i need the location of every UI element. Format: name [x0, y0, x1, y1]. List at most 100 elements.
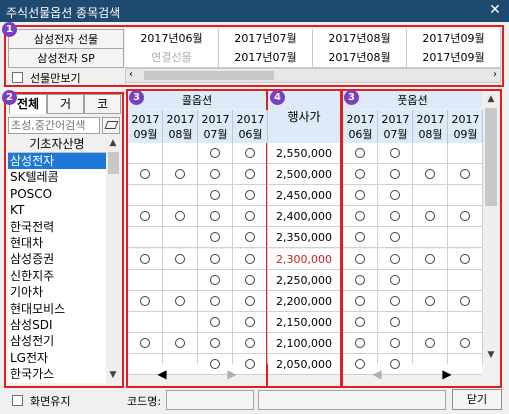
- put-option-mark[interactable]: [390, 316, 400, 327]
- call-option-mark[interactable]: [175, 295, 185, 306]
- list-item[interactable]: KT: [8, 202, 106, 218]
- call-option-mark[interactable]: [245, 337, 255, 348]
- keep-screen-checkbox[interactable]: [12, 395, 23, 406]
- close-button[interactable]: 닫기: [452, 389, 502, 410]
- strike-cell[interactable]: 2,550,000: [268, 143, 340, 165]
- list-item[interactable]: 삼성전기: [8, 333, 106, 349]
- put-prev-icon[interactable]: ◀: [343, 364, 411, 385]
- list-item[interactable]: SK텔레콤: [8, 169, 106, 185]
- call-option-mark[interactable]: [210, 316, 220, 327]
- month-year: 2017: [451, 113, 480, 126]
- strike-cell[interactable]: 2,500,000: [268, 164, 340, 186]
- futures-button-spread[interactable]: 삼성전자 SP: [8, 48, 124, 68]
- call-prev-icon[interactable]: ◀: [128, 364, 196, 385]
- put-option-mark[interactable]: [355, 316, 365, 327]
- call-option-mark[interactable]: [245, 316, 255, 327]
- call-option-mark[interactable]: [245, 295, 255, 306]
- list-header[interactable]: 기초자산명: [8, 136, 106, 153]
- strike-cell[interactable]: 2,100,000: [268, 332, 340, 354]
- strike-cell[interactable]: 2,300,000: [268, 248, 340, 270]
- put-option-mark[interactable]: [390, 274, 400, 285]
- put-option-mark[interactable]: [425, 253, 435, 264]
- put-option-mark[interactable]: [355, 274, 365, 285]
- scroll-thumb[interactable]: [108, 152, 119, 174]
- call-option-mark[interactable]: [210, 148, 220, 158]
- code-name-label: 코드명:: [127, 395, 162, 408]
- put-option-mark[interactable]: [355, 337, 365, 348]
- strike-cell[interactable]: 2,450,000: [268, 185, 340, 207]
- call-option-mark[interactable]: [210, 274, 220, 285]
- name-field[interactable]: [258, 390, 446, 410]
- futures-only-checkbox[interactable]: [12, 72, 23, 83]
- eraser-button[interactable]: [102, 117, 120, 134]
- chevron-left-icon[interactable]: ‹: [129, 69, 133, 80]
- options-scrollbar[interactable]: ▲ ▼: [483, 92, 499, 364]
- scroll-down-icon[interactable]: ▼: [106, 368, 120, 382]
- call-option-mark[interactable]: [210, 337, 220, 348]
- strike-cell[interactable]: 2,150,000: [268, 311, 340, 333]
- put-option-mark[interactable]: [460, 253, 470, 264]
- call-option-mark[interactable]: [210, 253, 220, 264]
- list-item[interactable]: POSCO: [8, 186, 106, 202]
- futures-cell[interactable]: 2017년06월: [125, 29, 219, 49]
- tab-kosdaq[interactable]: 코: [84, 94, 121, 114]
- futures-cell[interactable]: 2017년09월: [407, 48, 501, 68]
- tab-exchange[interactable]: 거: [47, 94, 84, 114]
- call-option-mark[interactable]: [245, 274, 255, 285]
- list-scrollbar[interactable]: ▲ ▼: [106, 136, 121, 384]
- list-item[interactable]: 신한지주: [8, 268, 106, 284]
- scroll-thumb[interactable]: [144, 71, 274, 80]
- list-item[interactable]: 현대모비스: [8, 301, 106, 317]
- chevron-right-icon[interactable]: ›: [493, 69, 497, 80]
- call-option-mark[interactable]: [210, 295, 220, 306]
- scroll-down-icon[interactable]: ▼: [484, 348, 498, 362]
- strike-cell[interactable]: 2,400,000: [268, 206, 340, 228]
- put-option-mark[interactable]: [355, 148, 365, 158]
- put-option-mark[interactable]: [425, 295, 435, 306]
- call-option-mark[interactable]: [245, 148, 255, 158]
- call-option-mark[interactable]: [245, 253, 255, 264]
- scroll-up-icon[interactable]: ▲: [484, 92, 498, 106]
- call-option-mark[interactable]: [140, 295, 150, 306]
- strike-cell[interactable]: 2,050,000: [268, 354, 340, 376]
- put-next-icon[interactable]: ▶: [413, 364, 481, 385]
- put-option-mark[interactable]: [390, 295, 400, 306]
- call-option-mark[interactable]: [175, 253, 185, 264]
- scroll-up-icon[interactable]: ▲: [106, 136, 120, 150]
- call-next-icon[interactable]: ▶: [198, 364, 266, 385]
- put-option-mark[interactable]: [460, 337, 470, 348]
- call-option-mark[interactable]: [140, 337, 150, 348]
- list-item[interactable]: 한국가스: [8, 366, 106, 382]
- call-option-mark[interactable]: [140, 253, 150, 264]
- list-item[interactable]: 한국전력: [8, 219, 106, 235]
- put-option-mark[interactable]: [460, 295, 470, 306]
- put-option-mark[interactable]: [390, 253, 400, 264]
- list-item[interactable]: 현대차: [8, 235, 106, 251]
- strike-cell[interactable]: 2,350,000: [268, 227, 340, 249]
- list-item[interactable]: 기아차: [8, 284, 106, 300]
- futures-scrollbar[interactable]: ‹ ›: [125, 68, 501, 83]
- list-item[interactable]: 삼성전자: [8, 153, 106, 170]
- section-badge-2: 2: [2, 90, 17, 105]
- search-input[interactable]: [8, 117, 100, 134]
- put-option-mark[interactable]: [390, 337, 400, 348]
- list-item[interactable]: 삼성증권: [8, 251, 106, 267]
- futures-button-stock[interactable]: 삼성전자 선물: [8, 29, 124, 49]
- put-option-mark[interactable]: [355, 295, 365, 306]
- futures-cell[interactable]: 2017년07월: [219, 29, 313, 49]
- put-option-mark[interactable]: [425, 337, 435, 348]
- futures-cell[interactable]: 2017년07월: [219, 48, 313, 68]
- futures-cell[interactable]: 2017년08월: [313, 48, 407, 68]
- scroll-thumb[interactable]: [485, 108, 497, 206]
- strike-cell[interactable]: 2,250,000: [268, 269, 340, 291]
- futures-cell[interactable]: 2017년09월: [407, 29, 501, 49]
- close-icon[interactable]: ✕: [487, 2, 503, 18]
- futures-cell[interactable]: 2017년08월: [313, 29, 407, 49]
- list-item[interactable]: 삼성SDI: [8, 317, 106, 333]
- call-option-mark[interactable]: [175, 337, 185, 348]
- put-option-mark[interactable]: [355, 253, 365, 264]
- put-option-mark[interactable]: [390, 148, 400, 158]
- list-item[interactable]: LG전자: [8, 350, 106, 366]
- code-field[interactable]: [166, 390, 254, 410]
- strike-cell[interactable]: 2,200,000: [268, 290, 340, 312]
